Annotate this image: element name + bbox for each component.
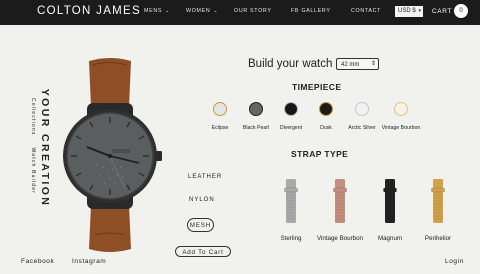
nav-item-women[interactable]: WOMEN ⌄	[186, 8, 218, 14]
builder-heading: Build your watch	[248, 58, 333, 70]
size-value: 42 mm	[341, 62, 360, 68]
chevron-down-icon: ⌄	[165, 8, 170, 14]
strap-label: Sterling	[280, 235, 302, 242]
timepiece-label: Divergent	[279, 125, 303, 131]
timepiece-label: Black Pearl	[242, 125, 270, 131]
timepiece-swatch[interactable]	[355, 102, 369, 116]
strap-label: Vintage Bourbon	[317, 235, 363, 242]
page-title: YOUR CREATION	[39, 88, 51, 208]
material-option-nylon[interactable]: NYLON	[189, 197, 215, 203]
nav-item-mens[interactable]: MENS ⌄	[144, 8, 170, 14]
nav-item-contact[interactable]: CONTACT	[351, 8, 381, 14]
timepiece-label: Arctic Silver	[348, 125, 376, 131]
timepiece-swatch[interactable]	[319, 102, 333, 116]
nav-item-our-story[interactable]: OUR STORY	[234, 8, 272, 14]
brand-logo[interactable]: COLTON JAMES	[37, 5, 141, 17]
updown-arrows-icon: ⇕	[370, 61, 376, 67]
strap-label: Perihelior	[424, 235, 452, 242]
strap-type-heading: STRAP TYPE	[291, 149, 349, 159]
timepiece-label: Dusk	[320, 125, 332, 131]
cart-count-badge[interactable]: 0	[454, 4, 468, 18]
nav-item-fb-gallery[interactable]: FB GALLERY	[291, 8, 331, 14]
timepiece-swatch[interactable]	[394, 102, 408, 116]
breadcrumb-watch-builder: Watch Builder	[30, 147, 36, 195]
timepiece-label: Eclipse	[211, 125, 229, 131]
chevron-down-icon: ▾	[418, 8, 421, 14]
size-select[interactable]: 42 mm ⇕	[336, 58, 379, 70]
timepiece-heading: TIMEPIECE	[292, 82, 342, 92]
nav-item-label: OUR STORY	[234, 8, 272, 14]
strap-option[interactable]	[332, 179, 348, 223]
material-option-leather[interactable]: LEATHER	[188, 174, 222, 180]
strap-option[interactable]	[382, 179, 398, 223]
cart-link[interactable]: CART	[432, 8, 452, 15]
breadcrumb-collections[interactable]: Collections	[30, 98, 36, 136]
nav-item-label: FB GALLERY	[291, 8, 331, 14]
strap-option[interactable]	[430, 179, 446, 223]
timepiece-swatch[interactable]	[284, 102, 298, 116]
currency-select[interactable]: USD $ ▾	[395, 6, 423, 17]
footer-link-instagram[interactable]: Instagram	[72, 258, 106, 265]
nav-item-label: WOMEN	[186, 8, 211, 14]
timepiece-swatch[interactable]	[213, 102, 227, 116]
top-navigation-bar: COLTON JAMES MENS ⌄ WOMEN ⌄ OUR STORY FB G…	[0, 0, 480, 25]
timepiece-swatch[interactable]	[249, 102, 263, 116]
strap-label: Magnum	[377, 235, 403, 242]
nav-item-label: CONTACT	[351, 8, 382, 14]
add-to-cart-button[interactable]: Add To Cart	[175, 246, 231, 257]
footer-link-login[interactable]: Login	[445, 258, 464, 265]
strap-option[interactable]	[283, 179, 299, 223]
currency-value: USD $	[398, 8, 416, 14]
nav-item-label: MENS	[144, 8, 163, 14]
chevron-down-icon: ⌄	[213, 8, 219, 14]
breadcrumb: Collections Watch Builder	[30, 92, 36, 200]
timepiece-label: Vintage Bourbon	[381, 125, 421, 131]
footer-link-facebook[interactable]: Facebook	[21, 258, 54, 265]
material-option-mesh[interactable]: MESH	[187, 218, 214, 232]
watch-preview-image	[63, 58, 162, 252]
